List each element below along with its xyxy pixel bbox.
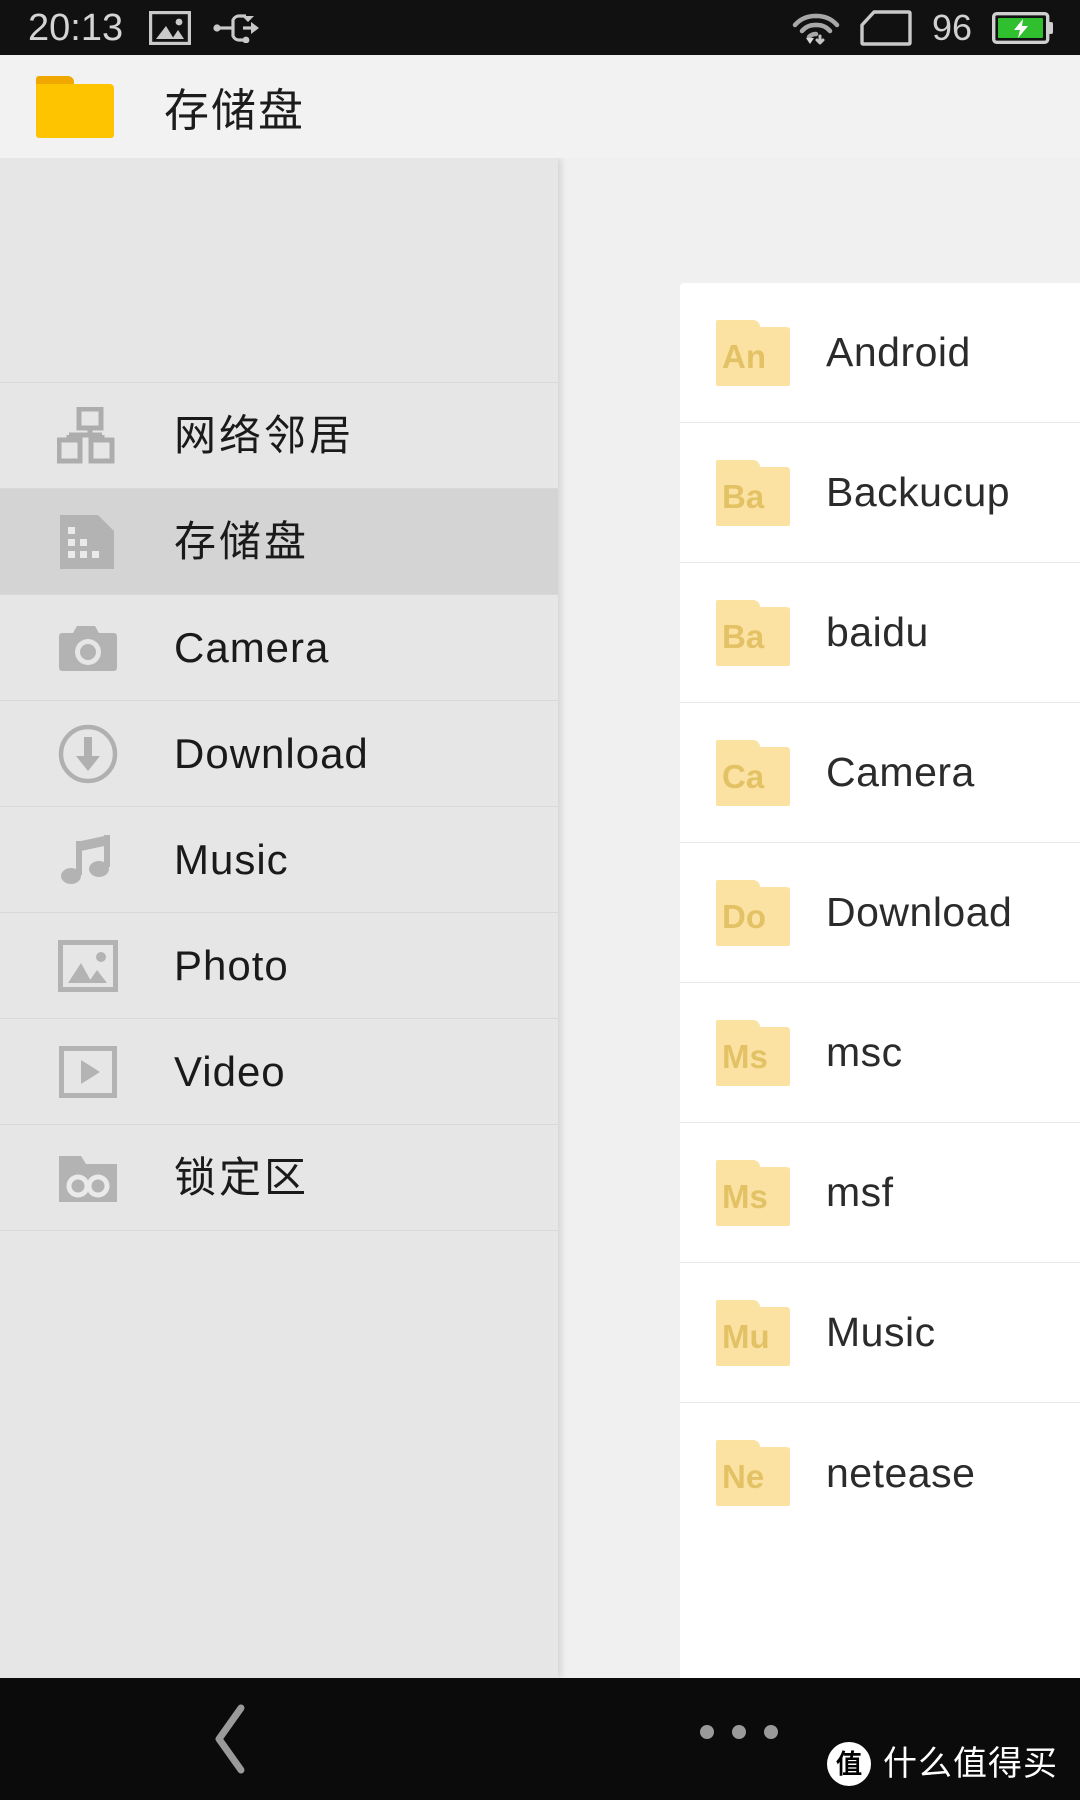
back-chevron-icon[interactable]	[196, 1704, 266, 1774]
file-list-item[interactable]: Ms msf	[680, 1123, 1080, 1263]
file-name-label: Music	[826, 1309, 936, 1355]
download-circle-icon	[56, 722, 120, 786]
file-list-panel: An Android Ba Backucup Ba baidu Ca Camer…	[558, 158, 1080, 1683]
file-name-label: Android	[826, 329, 971, 375]
overflow-dots-icon[interactable]	[700, 1725, 778, 1739]
folder-abbr-label: Ba	[722, 617, 765, 655]
folder-icon: Ba	[716, 599, 790, 666]
folder-abbr-label: Ca	[722, 757, 765, 795]
sidebar-item-label: 网络邻居	[174, 411, 355, 459]
sidebar-bottom-spacer	[0, 1231, 558, 1491]
file-name-label: Backucup	[826, 469, 1011, 515]
watermark-badge: 值	[827, 1742, 871, 1786]
sidebar-item-photo[interactable]: Photo	[0, 913, 558, 1019]
file-list-item[interactable]: Ms msc	[680, 983, 1080, 1123]
sidebar-item-music[interactable]: Music	[0, 807, 558, 913]
status-bar-right-icons: 96	[792, 6, 1054, 48]
sd-card-icon	[56, 510, 120, 574]
phone-screen: 20:13 96 存储盘 网络邻居 存储盘 Camera Download Mu…	[0, 0, 1080, 1800]
watermark: 值 什么值得买	[827, 1742, 1058, 1786]
folder-abbr-label: Mu	[722, 1317, 770, 1355]
file-name-label: msf	[826, 1169, 894, 1215]
battery-percent-label: 96	[931, 6, 972, 48]
folder-abbr-label: Ba	[722, 477, 765, 515]
battery-charging-icon	[992, 11, 1054, 44]
sidebar-item-storage[interactable]: 存储盘	[0, 489, 558, 595]
status-bar-clock: 20:13	[28, 6, 124, 49]
file-list-item[interactable]: Mu Music	[680, 1263, 1080, 1403]
folder-icon: An	[716, 319, 790, 386]
file-list-item[interactable]: An Android	[680, 283, 1080, 423]
page-title: 存储盘	[164, 85, 306, 136]
music-note-icon	[56, 828, 120, 892]
sidebar-item-locked-area[interactable]: 锁定区	[0, 1125, 558, 1231]
status-bar: 20:13 96	[0, 0, 1080, 55]
folder-icon: Do	[716, 879, 790, 946]
watermark-text: 什么值得买	[883, 1745, 1058, 1783]
file-list-item[interactable]: Ba baidu	[680, 563, 1080, 703]
sidebar-item-label: 存储盘	[174, 517, 310, 565]
folder-icon: Ne	[716, 1440, 790, 1506]
file-name-label: Download	[826, 889, 1013, 935]
sidebar-item-label: 锁定区	[174, 1153, 310, 1201]
sidebar-item-download[interactable]: Download	[0, 701, 558, 807]
folder-icon: Ms	[716, 1019, 790, 1086]
sidebar-item-camera[interactable]: Camera	[0, 595, 558, 701]
folder-icon: Ba	[716, 459, 790, 526]
image-icon	[56, 934, 120, 998]
folder-icon: Ca	[716, 739, 790, 806]
file-list-item[interactable]: Ba Backucup	[680, 423, 1080, 563]
folder-abbr-label: Do	[722, 897, 766, 935]
file-name-label: netease	[826, 1449, 976, 1496]
sim-card-icon	[860, 9, 912, 46]
status-bar-left-icons	[149, 10, 260, 45]
file-list-item[interactable]: Ca Camera	[680, 703, 1080, 843]
sidebar-item-label: Download	[174, 729, 369, 777]
folder-icon	[36, 75, 114, 138]
network-nodes-icon	[56, 404, 120, 468]
sidebar-item-video[interactable]: Video	[0, 1019, 558, 1125]
folder-abbr-label: Ne	[722, 1458, 765, 1495]
folder-abbr-label: Ms	[722, 1037, 768, 1075]
folder-icon: Mu	[716, 1299, 790, 1366]
video-play-icon	[56, 1040, 120, 1104]
usb-icon	[213, 13, 260, 43]
file-name-label: Camera	[826, 749, 975, 795]
screenshot-image-icon	[149, 10, 192, 45]
locked-folder-icon	[56, 1146, 120, 1210]
sidebar-item-label: Video	[174, 1047, 286, 1095]
sidebar-item-label: Camera	[174, 623, 330, 671]
file-list-item[interactable]: Do Download	[680, 843, 1080, 983]
file-name-label: msc	[826, 1029, 903, 1075]
sidebar-top-spacer	[0, 158, 558, 383]
app-title-bar: 存储盘	[0, 55, 1080, 158]
folder-abbr-label: An	[722, 337, 766, 375]
sidebar-item-label: Photo	[174, 941, 289, 989]
sidebar-item-label: Music	[174, 835, 289, 883]
system-navigation-bar: 值 什么值得买	[0, 1678, 1080, 1800]
folder-abbr-label: Ms	[722, 1177, 768, 1215]
camera-icon	[56, 616, 120, 680]
wifi-icon	[792, 10, 840, 46]
sidebar: 网络邻居 存储盘 Camera Download Music Photo Vid…	[0, 158, 558, 1678]
sidebar-item-network[interactable]: 网络邻居	[0, 383, 558, 489]
file-list-card[interactable]: An Android Ba Backucup Ba baidu Ca Camer…	[680, 283, 1080, 1683]
folder-icon: Ms	[716, 1159, 790, 1226]
file-list-item[interactable]: Ne netease	[680, 1403, 1080, 1543]
file-name-label: baidu	[826, 609, 929, 655]
